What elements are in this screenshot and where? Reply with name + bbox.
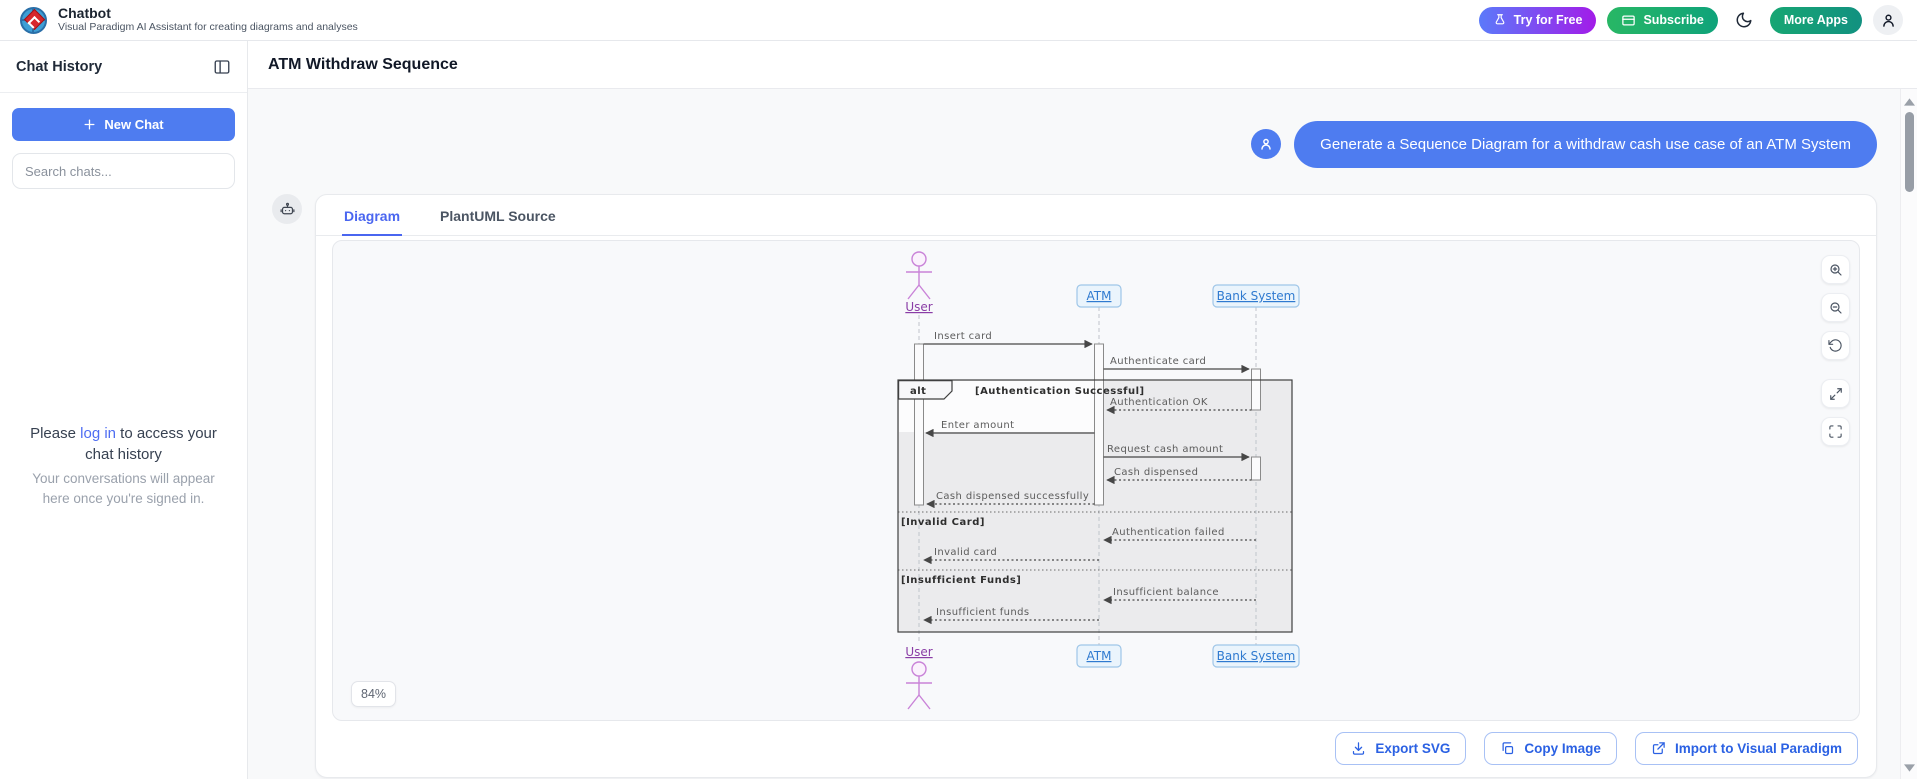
tab-plantuml-source[interactable]: PlantUML Source xyxy=(438,195,558,236)
svg-text:ATM: ATM xyxy=(1087,649,1112,663)
try-for-free-label: Try for Free xyxy=(1514,13,1583,27)
scroll-up-icon[interactable] xyxy=(1904,98,1915,106)
plus-icon xyxy=(83,118,96,131)
diagram-result-card: Diagram PlantUML Source xyxy=(315,194,1877,778)
dark-mode-toggle[interactable] xyxy=(1729,5,1759,35)
chat-scrollbar[interactable] xyxy=(1900,89,1917,779)
log-in-link[interactable]: log in xyxy=(80,425,116,442)
svg-text:Authentication OK: Authentication OK xyxy=(1110,397,1208,408)
svg-text:Cash dispensed: Cash dispensed xyxy=(1114,467,1198,478)
actor-figure-top xyxy=(906,252,932,299)
svg-text:Authentication failed: Authentication failed xyxy=(1112,527,1225,538)
empty-text-before: Please xyxy=(30,425,80,442)
fragment-guard-1: [Authentication Successful] xyxy=(975,386,1145,397)
copy-image-label: Copy Image xyxy=(1524,741,1601,756)
sidebar-empty-state: Please log in to access your chat histor… xyxy=(0,423,247,509)
svg-text:ATM: ATM xyxy=(1087,289,1112,303)
svg-text:Bank System: Bank System xyxy=(1217,649,1296,663)
fragment-operator: alt xyxy=(910,386,926,397)
subscribe-label: Subscribe xyxy=(1643,13,1703,27)
user-message-row: Generate a Sequence Diagram for a withdr… xyxy=(272,121,1877,168)
search-chats-input[interactable] xyxy=(12,153,235,189)
zoom-out-icon xyxy=(1828,300,1844,316)
svg-text:Invalid card: Invalid card xyxy=(934,547,997,558)
app-window: Chatbot Visual Paradigm AI Assistant for… xyxy=(0,0,1917,779)
svg-text:Request cash amount: Request cash amount xyxy=(1107,444,1223,455)
svg-text:Bank System: Bank System xyxy=(1217,289,1296,303)
more-apps-label: More Apps xyxy=(1784,13,1848,27)
fragment-guard-3: [Insufficient Funds] xyxy=(901,575,1021,586)
user-account-button[interactable] xyxy=(1873,5,1903,35)
person-icon xyxy=(1258,136,1274,152)
result-tabs: Diagram PlantUML Source xyxy=(316,195,1876,236)
main-content: ATM Withdraw Sequence Generate a Sequenc… xyxy=(248,41,1917,779)
reset-icon xyxy=(1828,338,1843,353)
chat-history-sidebar: Chat History New Chat Please log in to a… xyxy=(0,41,248,779)
svg-text:Authenticate card: Authenticate card xyxy=(1110,356,1206,367)
new-chat-button[interactable]: New Chat xyxy=(12,108,235,141)
fullscreen-button[interactable] xyxy=(1821,417,1850,446)
empty-subtext: Your conversations will appear here once… xyxy=(22,469,225,508)
lifeline-heads: User ATM Bank System xyxy=(905,252,1299,314)
robot-icon xyxy=(279,201,296,218)
svg-text:Enter amount: Enter amount xyxy=(941,420,1014,431)
svg-text:Cash dispensed successfully: Cash dispensed successfully xyxy=(936,491,1089,502)
new-chat-label: New Chat xyxy=(104,117,163,132)
download-icon xyxy=(1351,741,1366,756)
collapse-sidebar-button[interactable] xyxy=(213,58,231,76)
svg-text:User: User xyxy=(905,300,932,314)
svg-text:Insert card: Insert card xyxy=(934,331,992,342)
card-icon xyxy=(1621,13,1636,28)
import-to-visual-paradigm-button[interactable]: Import to Visual Paradigm xyxy=(1635,732,1858,765)
fullscreen-icon xyxy=(1828,424,1843,439)
actor-figure-bottom xyxy=(906,662,932,709)
top-bar: Chatbot Visual Paradigm AI Assistant for… xyxy=(0,0,1917,41)
expand-icon xyxy=(1829,387,1843,401)
svg-text:Insufficient funds: Insufficient funds xyxy=(936,607,1029,618)
fit-to-screen-button[interactable] xyxy=(1821,379,1850,408)
sidebar-title: Chat History xyxy=(16,59,102,75)
subscribe-button[interactable]: Subscribe xyxy=(1607,7,1717,34)
import-vp-label: Import to Visual Paradigm xyxy=(1675,741,1842,756)
copy-image-button[interactable]: Copy Image xyxy=(1484,732,1617,765)
sequence-diagram: Insert card Authenticate card Authentica… xyxy=(886,245,1306,718)
zoom-in-button[interactable] xyxy=(1821,255,1850,284)
flask-icon xyxy=(1493,13,1507,27)
external-link-icon xyxy=(1651,741,1666,756)
fragment-guard-2: [Invalid Card] xyxy=(901,517,985,528)
reset-view-button[interactable] xyxy=(1821,331,1850,360)
export-svg-label: Export SVG xyxy=(1375,741,1450,756)
scrollbar-thumb[interactable] xyxy=(1905,112,1914,192)
visual-paradigm-logo-icon xyxy=(20,7,47,34)
user-avatar xyxy=(1251,129,1281,159)
scroll-down-icon[interactable] xyxy=(1904,764,1915,772)
tab-diagram[interactable]: Diagram xyxy=(342,195,402,236)
bot-avatar xyxy=(272,194,302,224)
more-apps-button[interactable]: More Apps xyxy=(1770,7,1862,34)
try-for-free-button[interactable]: Try for Free xyxy=(1479,7,1597,34)
zoom-out-button[interactable] xyxy=(1821,293,1850,322)
zoom-level-badge: 84% xyxy=(351,681,396,707)
panel-icon xyxy=(213,58,231,76)
zoom-in-icon xyxy=(1828,262,1844,278)
assistant-message-row: Diagram PlantUML Source xyxy=(272,194,1877,778)
page-title: ATM Withdraw Sequence xyxy=(268,56,458,74)
diagram-canvas[interactable]: Insert card Authenticate card Authentica… xyxy=(332,240,1860,721)
copy-icon xyxy=(1500,741,1515,756)
moon-icon xyxy=(1735,11,1753,29)
canvas-controls xyxy=(1821,255,1850,446)
lifeline-feet: User ATM xyxy=(905,645,1299,709)
svg-text:User: User xyxy=(905,645,932,659)
app-subtitle: Visual Paradigm AI Assistant for creatin… xyxy=(58,21,358,34)
export-svg-button[interactable]: Export SVG xyxy=(1335,732,1466,765)
conversation-header: ATM Withdraw Sequence xyxy=(248,41,1917,89)
app-title: Chatbot xyxy=(58,6,358,21)
diagram-actions: Export SVG Copy Image xyxy=(316,721,1876,777)
app-title-block: Chatbot Visual Paradigm AI Assistant for… xyxy=(58,6,358,34)
svg-text:Insufficient balance: Insufficient balance xyxy=(1113,587,1219,598)
chat-scroll-area: Generate a Sequence Diagram for a withdr… xyxy=(248,89,1917,779)
person-icon xyxy=(1880,12,1897,29)
user-message-bubble: Generate a Sequence Diagram for a withdr… xyxy=(1294,121,1877,168)
